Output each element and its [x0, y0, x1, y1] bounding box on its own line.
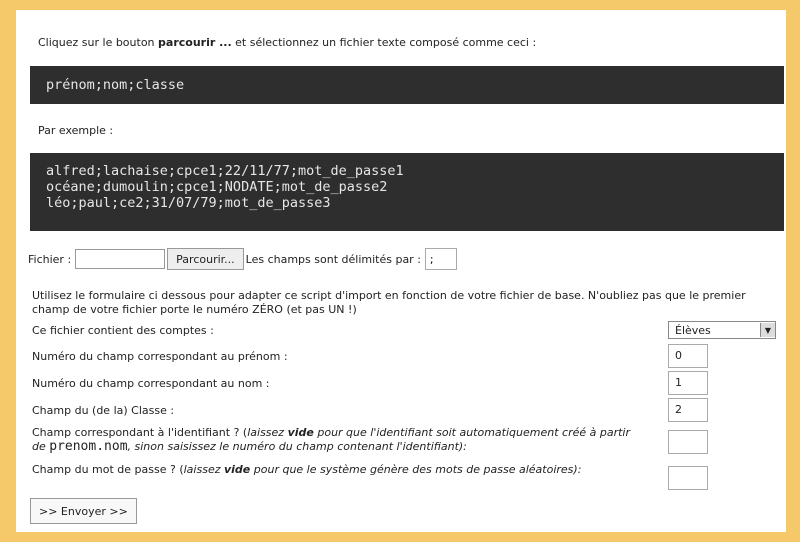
file-path-input[interactable]	[75, 249, 166, 269]
format-code-box: prénom;nom;classe	[30, 66, 784, 104]
intro-prefix: Cliquez sur le bouton	[38, 36, 159, 49]
intro-text: Cliquez sur le bouton parcourir ... et s…	[38, 36, 536, 49]
nom-field-input[interactable]: 1	[668, 371, 708, 395]
accounts-label: Ce fichier contient des comptes :	[32, 324, 214, 337]
classe-label: Champ du (de la) Classe :	[32, 404, 175, 417]
nom-label: Numéro du champ correspondant au nom :	[32, 377, 270, 390]
intro-suffix: et sélectionnez un fichier texte composé…	[231, 36, 537, 49]
password-label: Champ du mot de passe ? (laissez vide po…	[32, 463, 582, 476]
accounts-select[interactable]: Élèves ▼	[668, 321, 776, 339]
file-label: Fichier :	[28, 252, 72, 266]
delimiter-input[interactable]	[424, 248, 457, 270]
example-code-box: alfred;lachaise;cpce1;22/11/77;mot_de_pa…	[30, 153, 784, 231]
delimiter-label: Les champs sont délimités par :	[245, 252, 421, 266]
accounts-select-value: Élèves	[675, 323, 711, 337]
prenom-field-input[interactable]: 0	[668, 344, 708, 368]
browse-button[interactable]: Parcourir...	[167, 248, 244, 270]
intro-bold: parcourir ...	[158, 36, 232, 49]
help-text: Utilisez le formulaire ci dessous pour a…	[32, 289, 746, 316]
prenom-label: Numéro du champ correspondant au prénom …	[32, 350, 288, 363]
example-line: alfred;lachaise;cpce1;22/11/77;mot_de_pa…	[46, 163, 404, 179]
password-field-input[interactable]	[668, 466, 708, 490]
example-label: Par exemple :	[38, 124, 114, 137]
format-line: prénom;nom;classe	[46, 77, 185, 93]
example-line: léo;paul;ce2;31/07/79;mot_de_passe3	[46, 195, 331, 211]
import-panel: Cliquez sur le bouton parcourir ... et s…	[16, 10, 786, 532]
identifiant-field-input[interactable]	[668, 430, 708, 454]
example-line: océane;dumoulin;cpce1;NODATE;mot_de_pass…	[46, 179, 388, 195]
submit-button[interactable]: >> Envoyer >>	[30, 498, 137, 524]
identifiant-label: Champ correspondant à l'identifiant ? (l…	[32, 426, 631, 454]
chevron-down-icon[interactable]: ▼	[760, 323, 775, 337]
file-row: Fichier : Parcourir... Les champs sont d…	[28, 248, 457, 270]
classe-field-input[interactable]: 2	[668, 398, 708, 422]
